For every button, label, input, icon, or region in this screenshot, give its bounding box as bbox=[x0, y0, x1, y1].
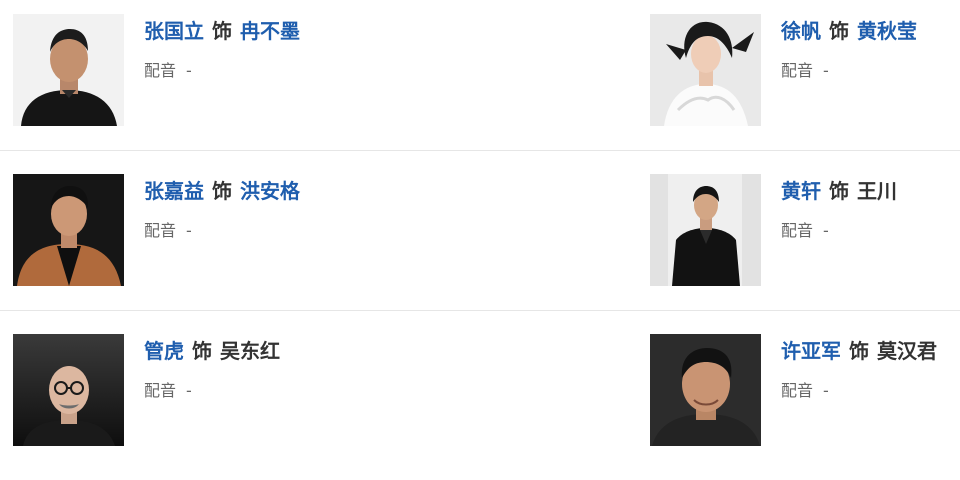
cast-row: 张嘉益饰洪安格 配音 - 黄轩饰王川 配音 - bbox=[0, 160, 960, 320]
cast-name-line: 许亚军饰莫汉君 bbox=[781, 336, 937, 366]
role-separator: 饰 bbox=[212, 19, 232, 43]
voice-value: - bbox=[823, 61, 829, 80]
actor-photo[interactable] bbox=[650, 174, 761, 286]
cast-row: 管虎饰吴东红 配音 - 许亚军饰莫汉君 配音 - bbox=[0, 320, 960, 480]
actor-name-link[interactable]: 徐帆 bbox=[781, 19, 821, 43]
cast-name-line: 张嘉益饰洪安格 bbox=[144, 176, 300, 206]
voice-line: 配音 - bbox=[781, 219, 829, 243]
voice-value: - bbox=[186, 221, 192, 240]
voice-line: 配音 - bbox=[144, 379, 192, 403]
role-name-link[interactable]: 黄秋莹 bbox=[857, 19, 917, 43]
voice-line: 配音 - bbox=[144, 219, 192, 243]
actor-photo[interactable] bbox=[13, 14, 124, 126]
voice-line: 配音 - bbox=[781, 379, 829, 403]
actor-photo[interactable] bbox=[650, 14, 761, 126]
actor-photo[interactable] bbox=[650, 334, 761, 446]
role-name-link[interactable]: 冉不墨 bbox=[240, 19, 300, 43]
voice-value: - bbox=[823, 221, 829, 240]
role-separator: 饰 bbox=[829, 19, 849, 43]
actor-name-link[interactable]: 黄轩 bbox=[781, 179, 821, 203]
cast-name-line: 张国立饰冉不墨 bbox=[144, 16, 300, 46]
role-separator: 饰 bbox=[192, 339, 212, 363]
voice-line: 配音 - bbox=[781, 59, 829, 83]
role-separator: 饰 bbox=[849, 339, 869, 363]
voice-label: 配音 bbox=[144, 61, 177, 80]
role-name-link[interactable]: 洪安格 bbox=[240, 179, 300, 203]
row-divider bbox=[0, 310, 960, 311]
voice-line: 配音 - bbox=[144, 59, 192, 83]
voice-label: 配音 bbox=[781, 221, 814, 240]
role-name: 莫汉君 bbox=[877, 339, 937, 363]
cast-name-line: 徐帆饰黄秋莹 bbox=[781, 16, 917, 46]
actor-photo[interactable] bbox=[13, 334, 124, 446]
role-separator: 饰 bbox=[212, 179, 232, 203]
actor-name-link[interactable]: 管虎 bbox=[144, 339, 184, 363]
voice-value: - bbox=[186, 61, 192, 80]
voice-label: 配音 bbox=[144, 221, 177, 240]
actor-name-link[interactable]: 张国立 bbox=[144, 19, 204, 43]
role-name: 王川 bbox=[857, 179, 897, 203]
voice-label: 配音 bbox=[144, 381, 177, 400]
row-divider bbox=[0, 150, 960, 151]
cast-name-line: 管虎饰吴东红 bbox=[144, 336, 280, 366]
actor-name-link[interactable]: 张嘉益 bbox=[144, 179, 204, 203]
cast-name-line: 黄轩饰王川 bbox=[781, 176, 897, 206]
voice-value: - bbox=[186, 381, 192, 400]
role-separator: 饰 bbox=[829, 179, 849, 203]
actor-photo[interactable] bbox=[13, 174, 124, 286]
actor-name-link[interactable]: 许亚军 bbox=[781, 339, 841, 363]
cast-row: 张国立饰冉不墨 配音 - 徐帆饰黄秋莹 配音 - bbox=[0, 0, 960, 160]
voice-value: - bbox=[823, 381, 829, 400]
voice-label: 配音 bbox=[781, 381, 814, 400]
voice-label: 配音 bbox=[781, 61, 814, 80]
role-name: 吴东红 bbox=[220, 339, 280, 363]
